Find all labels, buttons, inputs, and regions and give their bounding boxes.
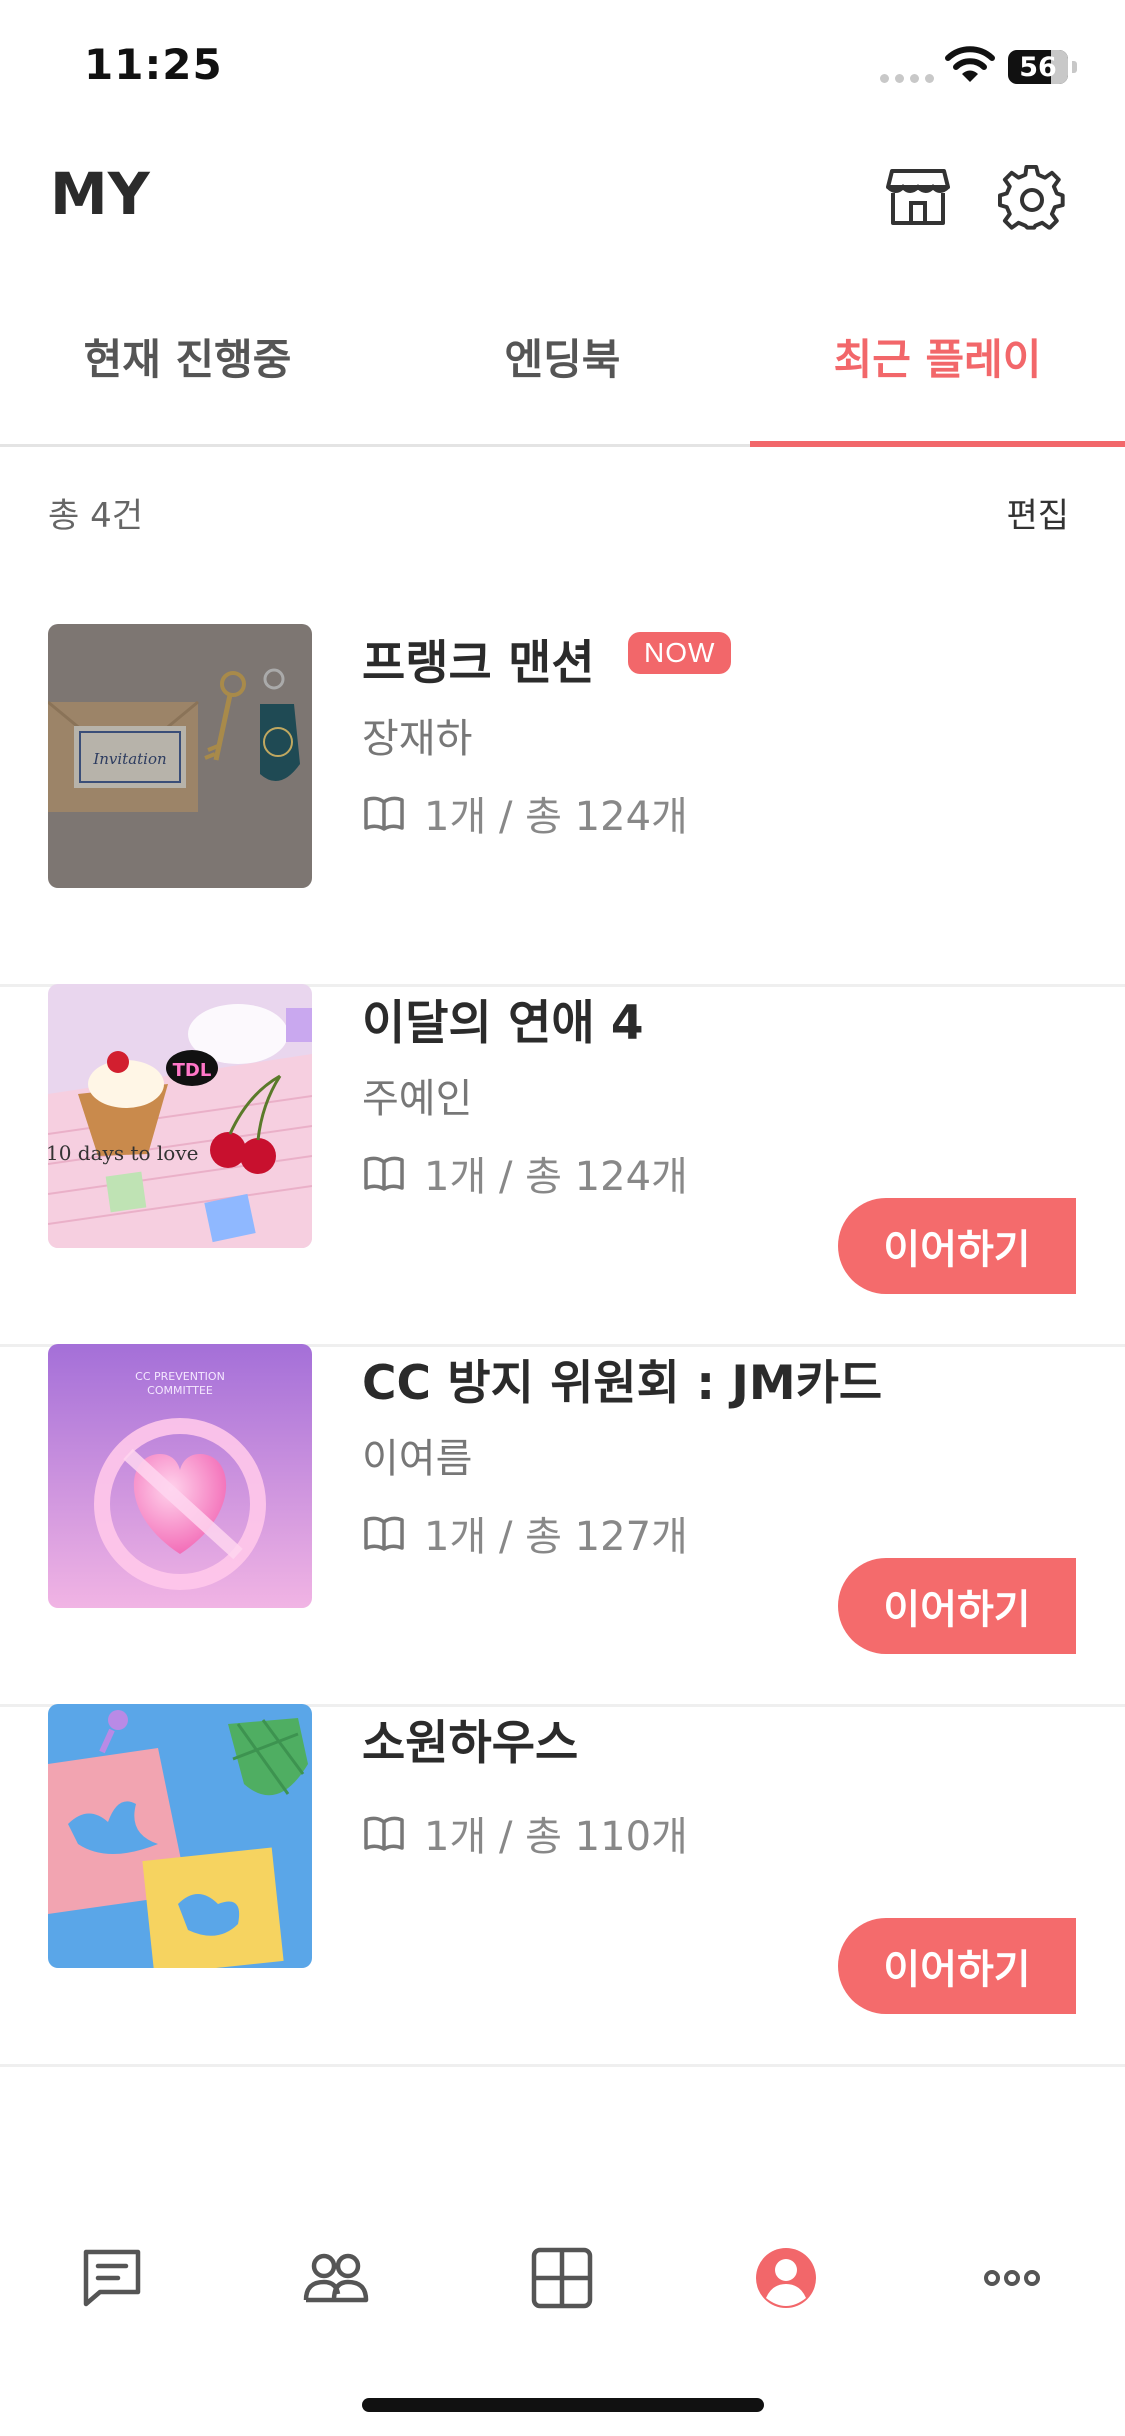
status-time: 11:25 bbox=[84, 40, 223, 89]
item-progress-text: 1개 / 총 124개 bbox=[424, 794, 688, 840]
edit-button[interactable]: 편집 bbox=[1006, 488, 1069, 537]
store-icon[interactable] bbox=[884, 165, 952, 229]
continue-button[interactable]: 이어하기 bbox=[838, 1198, 1076, 1294]
item-progress: 1개 / 총 127개 bbox=[362, 1504, 688, 1562]
item-progress: 1개 / 총 124개 bbox=[362, 784, 688, 842]
grid-icon[interactable] bbox=[528, 2244, 596, 2312]
item-author: 이여름 bbox=[362, 1436, 473, 1482]
list-item[interactable]: TDL 10 days to love 이달의 연애 4 주예인 1개 / 총 … bbox=[0, 984, 1125, 1347]
item-progress-text: 1개 / 총 127개 bbox=[424, 1514, 688, 1560]
thumbnail-frank-mansion: Invitation bbox=[48, 624, 312, 888]
tab-recent-play[interactable]: 최근 플레이 bbox=[750, 320, 1125, 447]
item-progress: 1개 / 총 124개 bbox=[362, 1144, 688, 1202]
now-badge: NOW bbox=[628, 632, 732, 674]
svg-text:CC PREVENTION: CC PREVENTION bbox=[135, 1370, 225, 1383]
tab-ending-book[interactable]: 엔딩북 bbox=[375, 320, 750, 444]
svg-text:Invitation: Invitation bbox=[92, 750, 166, 768]
list-item[interactable]: Invitation 프랭크 맨션 NOW 장재하 1개 / 총 124개 bbox=[0, 624, 1125, 987]
thumbnail-text: 10 days to love bbox=[48, 1141, 198, 1165]
svg-text:COMMITTEE: COMMITTEE bbox=[147, 1384, 213, 1397]
battery-level: 56 bbox=[1019, 52, 1057, 83]
list-item[interactable]: 소원하우스 1개 / 총 110개 이어하기 bbox=[0, 1704, 1125, 2067]
home-indicator[interactable] bbox=[362, 2398, 764, 2412]
item-progress-text: 1개 / 총 110개 bbox=[424, 1814, 688, 1860]
item-progress-text: 1개 / 총 124개 bbox=[424, 1154, 688, 1200]
people-icon[interactable] bbox=[302, 2244, 370, 2312]
svg-text:TDL: TDL bbox=[173, 1060, 212, 1081]
item-title: 프랭크 맨션 bbox=[362, 636, 595, 691]
tab-in-progress[interactable]: 현재 진행중 bbox=[0, 320, 375, 444]
item-author: 주예인 bbox=[362, 1076, 473, 1122]
chat-icon[interactable] bbox=[78, 2244, 146, 2312]
profile-icon[interactable] bbox=[752, 2244, 820, 2312]
tab-bar: 현재 진행중 엔딩북 최근 플레이 bbox=[0, 320, 1125, 447]
wifi-icon bbox=[945, 46, 995, 82]
book-icon bbox=[364, 796, 404, 831]
item-title: CC 방지 위원회 : JM카드 bbox=[362, 1356, 883, 1411]
total-count: 총 4건 bbox=[48, 496, 143, 536]
item-title: 이달의 연애 4 bbox=[362, 996, 644, 1051]
battery-tip bbox=[1072, 61, 1077, 73]
item-progress: 1개 / 총 110개 bbox=[362, 1804, 688, 1862]
battery-icon: 56 bbox=[1008, 50, 1068, 84]
book-icon bbox=[364, 1516, 404, 1551]
page-title: MY bbox=[50, 160, 150, 228]
continue-button[interactable]: 이어하기 bbox=[838, 1918, 1076, 2014]
thumbnail-dal-love-4: TDL 10 days to love bbox=[48, 984, 312, 1248]
list-item[interactable]: CC PREVENTION COMMITTEE CC 방지 위원회 : JM카드… bbox=[0, 1344, 1125, 1707]
continue-button[interactable]: 이어하기 bbox=[838, 1558, 1076, 1654]
book-icon bbox=[364, 1816, 404, 1851]
thumbnail-cc-committee: CC PREVENTION COMMITTEE bbox=[48, 1344, 312, 1608]
item-title: 소원하우스 bbox=[362, 1716, 579, 1771]
thumbnail-wish-house bbox=[48, 1704, 312, 1968]
gear-icon[interactable] bbox=[998, 164, 1066, 232]
more-icon[interactable] bbox=[978, 2244, 1046, 2312]
book-icon bbox=[364, 1156, 404, 1191]
item-author: 장재하 bbox=[362, 716, 473, 762]
cellular-signal-icon bbox=[880, 74, 934, 83]
